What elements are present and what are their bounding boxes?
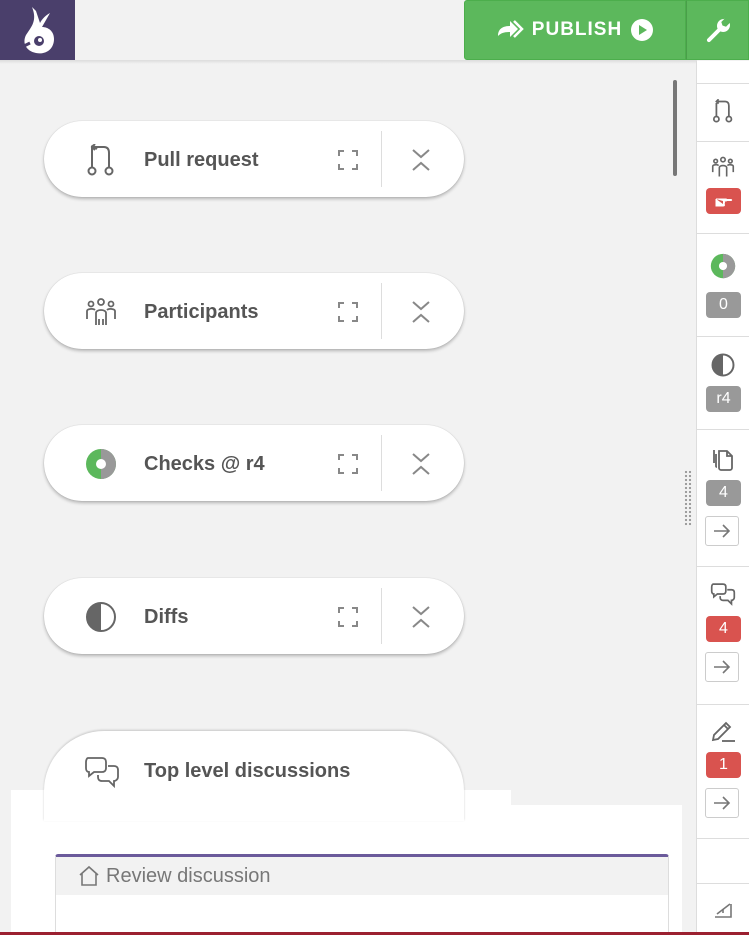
card-title: Participants: [144, 301, 259, 323]
diffs-card[interactable]: Diffs: [44, 578, 464, 654]
review-discussion-header[interactable]: Review discussion: [56, 857, 668, 895]
hand-pointing-icon: [715, 198, 732, 207]
sidebar-files-icon[interactable]: [710, 446, 736, 472]
wrench-icon: [706, 18, 730, 43]
card-divider: [381, 435, 382, 491]
diffs-revision-badge[interactable]: r4: [706, 386, 741, 412]
collapse-icon[interactable]: [409, 146, 433, 174]
top-bar: PUBLISH: [0, 0, 749, 61]
collapse-icon[interactable]: [409, 603, 433, 631]
review-discussion-title: Review discussion: [106, 864, 271, 887]
discussions-icon: [84, 755, 120, 794]
sidebar-separator: [697, 566, 749, 567]
participants-icon: [84, 295, 118, 329]
collapse-icon[interactable]: [409, 450, 433, 478]
expand-icon[interactable]: [336, 148, 360, 172]
sidebar-checks-icon[interactable]: [710, 253, 736, 279]
diffs-icon: [84, 600, 118, 634]
arrow-right-icon: [714, 524, 731, 538]
checks-card[interactable]: Checks @ r4: [44, 425, 464, 501]
expand-icon[interactable]: [336, 452, 360, 476]
pull-request-card[interactable]: Pull request: [44, 121, 464, 197]
card-divider: [381, 131, 382, 187]
play-circle-icon: [631, 19, 654, 41]
expand-icon[interactable]: [336, 300, 360, 324]
sidebar-separator: [697, 336, 749, 337]
card-divider: [381, 588, 382, 644]
sidebar-separator: [697, 429, 749, 430]
home-icon: [79, 865, 99, 886]
tab-title: Top level discussions: [144, 760, 351, 782]
sidebar-separator: [697, 838, 749, 839]
header-shadow: [0, 60, 697, 64]
resize-grip[interactable]: [684, 470, 692, 526]
publish-label: PUBLISH: [531, 19, 623, 40]
logo-icon: [20, 6, 54, 53]
checks-count-badge[interactable]: 0: [706, 292, 741, 318]
sidebar-participants-icon[interactable]: [710, 154, 736, 180]
main-scrollbar[interactable]: [673, 80, 677, 176]
top-level-discussions-tab[interactable]: Top level discussions: [44, 731, 464, 821]
arrow-right-icon: [714, 660, 731, 674]
card-divider: [381, 283, 382, 339]
sidebar-separator: [697, 233, 749, 234]
sidebar-separator: [697, 704, 749, 705]
sidebar-resize-icon[interactable]: [710, 897, 736, 923]
sidebar-separator: [697, 83, 749, 84]
arrow-right-icon: [714, 796, 731, 810]
files-next-button[interactable]: [705, 516, 739, 546]
drafts-next-button[interactable]: [705, 788, 739, 818]
checks-icon: [84, 447, 118, 481]
pull-request-icon: [84, 143, 118, 177]
sidebar-discussions-icon[interactable]: [710, 581, 736, 607]
collapse-icon[interactable]: [409, 298, 433, 326]
publish-button[interactable]: PUBLISH: [464, 0, 686, 60]
sidebar-diffs-icon[interactable]: [710, 352, 736, 378]
sidebar-separator: [697, 883, 749, 884]
card-title: Pull request: [144, 149, 259, 171]
expand-icon[interactable]: [336, 605, 360, 629]
review-discussion: Review discussion: [55, 854, 669, 935]
drafts-count-badge[interactable]: 1: [706, 752, 741, 778]
sidebar-drafts-icon[interactable]: [710, 718, 736, 744]
publish-forward-icon: [497, 20, 524, 38]
files-count-badge[interactable]: 4: [706, 480, 741, 506]
card-title: Diffs: [144, 606, 189, 628]
panel-corner: [11, 790, 47, 806]
discussions-next-button[interactable]: [705, 652, 739, 682]
card-title: Checks @ r4: [144, 453, 265, 475]
sidebar-separator: [697, 141, 749, 142]
hand-point-badge[interactable]: [706, 188, 741, 214]
app-logo[interactable]: [0, 0, 75, 61]
sidebar-pull-request-icon[interactable]: [710, 98, 736, 124]
discussions-count-badge[interactable]: 4: [706, 616, 741, 642]
panel-corner: [461, 790, 511, 806]
participants-card[interactable]: Participants: [44, 273, 464, 349]
right-sidebar: 0 r4 4 4 1: [696, 61, 749, 935]
settings-button[interactable]: [686, 0, 749, 60]
